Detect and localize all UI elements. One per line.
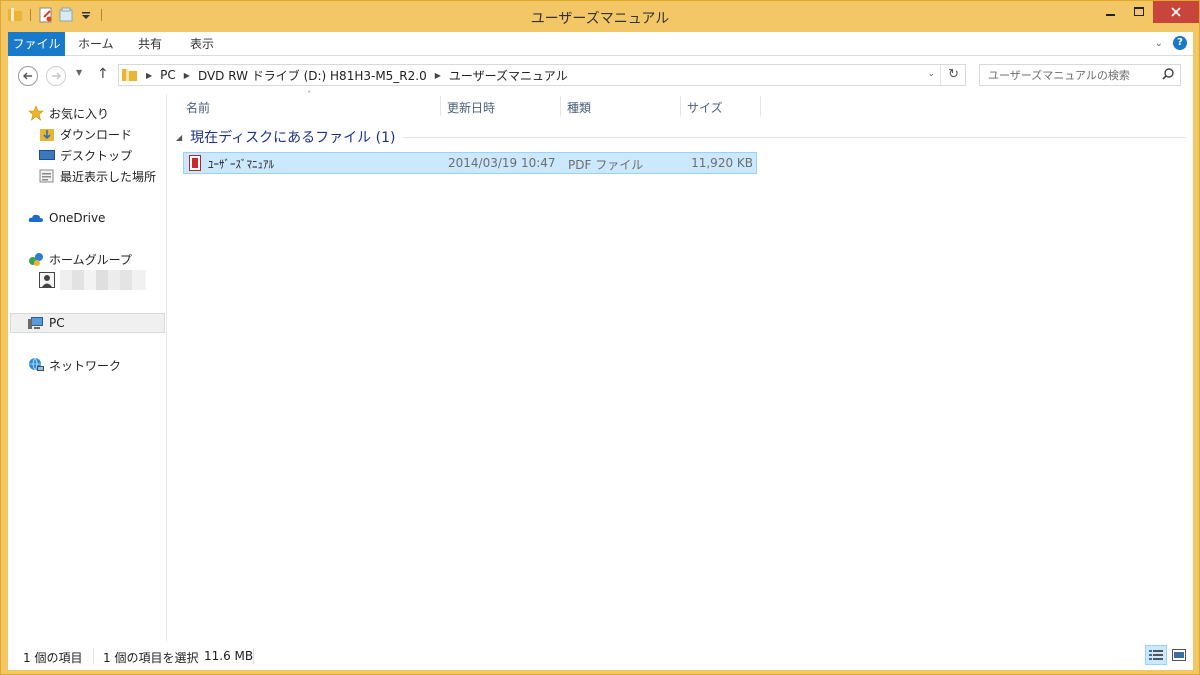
cloud-icon bbox=[28, 210, 44, 226]
address-divider bbox=[940, 65, 941, 85]
back-button[interactable] bbox=[18, 66, 38, 86]
column-divider[interactable] bbox=[560, 96, 561, 116]
help-icon[interactable]: ? bbox=[1173, 36, 1187, 50]
nav-pc[interactable]: PC bbox=[10, 313, 165, 333]
nav-homegroup-label: ホームグループ bbox=[49, 252, 132, 267]
column-divider[interactable] bbox=[760, 96, 761, 116]
breadcrumb-chevron-icon[interactable]: ▶ bbox=[435, 71, 441, 80]
forward-arrow-icon bbox=[52, 72, 61, 80]
nav-favorites[interactable]: お気に入り bbox=[28, 103, 109, 123]
details-view-button[interactable] bbox=[1145, 645, 1167, 665]
nav-desktop[interactable]: デスクトップ bbox=[39, 145, 132, 165]
homegroup-icon bbox=[28, 251, 44, 267]
tab-view[interactable]: 表示 bbox=[178, 32, 226, 56]
navigation-bar: ▼ ↑ ▶ PC ▶ DVD RW ドライブ (D:) H81H3-M5_R2.… bbox=[8, 56, 1193, 94]
main-area: お気に入り ダウンロード デスクトップ 最近表示した場所 OneDrive ホー… bbox=[8, 91, 1193, 641]
network-icon bbox=[28, 357, 44, 373]
tab-file[interactable]: ファイル bbox=[8, 32, 65, 56]
nav-recent-places[interactable]: 最近表示した場所 bbox=[39, 166, 156, 186]
star-icon bbox=[28, 105, 44, 121]
close-icon bbox=[1171, 7, 1181, 17]
status-bar: 1 個の項目 1 個の項目を選択 11.6 MB bbox=[8, 641, 1193, 670]
address-bar[interactable]: ▶ PC ▶ DVD RW ドライブ (D:) H81H3-M5_R2.0 ▶ … bbox=[118, 64, 966, 86]
breadcrumb-chevron-icon[interactable]: ▶ bbox=[184, 71, 190, 80]
tab-share[interactable]: 共有 bbox=[126, 32, 174, 56]
nav-homegroup[interactable]: ホームグループ bbox=[28, 249, 132, 269]
item-count: 1 個の項目 bbox=[23, 651, 83, 665]
breadcrumb-pc[interactable]: PC bbox=[160, 68, 176, 82]
ribbon: ファイル ホーム 共有 表示 ⌄ ? bbox=[8, 32, 1193, 56]
folder-icon bbox=[122, 68, 138, 82]
computer-icon bbox=[28, 315, 44, 331]
user-avatar-icon bbox=[39, 272, 55, 288]
file-name: ﾕｰｻﾞｰｽﾞﾏﾆｭｱﾙ bbox=[208, 158, 274, 171]
selection-info: 1 個の項目を選択 bbox=[103, 651, 199, 665]
nav-downloads[interactable]: ダウンロード bbox=[39, 124, 132, 144]
nav-onedrive[interactable]: OneDrive bbox=[28, 208, 105, 228]
nav-favorites-label: お気に入り bbox=[49, 106, 110, 121]
title-bar: ユーザーズマニュアル bbox=[1, 1, 1199, 32]
download-folder-icon bbox=[39, 126, 55, 142]
back-arrow-icon bbox=[23, 72, 32, 80]
refresh-icon[interactable]: ↻ bbox=[948, 67, 959, 82]
column-divider[interactable] bbox=[680, 96, 681, 116]
large-icons-view-button[interactable] bbox=[1168, 645, 1190, 665]
close-button[interactable] bbox=[1153, 1, 1199, 23]
large-icons-view-icon bbox=[1172, 649, 1186, 661]
file-modified: 2014/03/19 10:47 bbox=[448, 156, 556, 170]
nav-network[interactable]: ネットワーク bbox=[28, 355, 121, 375]
breadcrumb-chevron-icon[interactable]: ▶ bbox=[146, 71, 152, 80]
window-controls bbox=[1097, 1, 1199, 23]
column-name[interactable]: 名前 bbox=[186, 99, 210, 116]
column-size[interactable]: サイズ bbox=[687, 99, 723, 116]
selection-size: 11.6 MB bbox=[204, 649, 254, 663]
column-headers: ˆ 名前 更新日時 種類 サイズ bbox=[180, 91, 770, 118]
nav-homegroup-user[interactable] bbox=[39, 270, 146, 290]
nav-downloads-label: ダウンロード bbox=[60, 127, 133, 142]
status-divider bbox=[93, 648, 94, 664]
column-type[interactable]: 種類 bbox=[567, 99, 591, 116]
search-input[interactable] bbox=[980, 65, 1150, 85]
tab-home[interactable]: ホーム bbox=[66, 32, 126, 56]
collapse-group-icon[interactable]: ◢ bbox=[176, 133, 182, 142]
details-view-icon bbox=[1149, 650, 1163, 660]
column-modified[interactable]: 更新日時 bbox=[447, 99, 495, 116]
maximize-button[interactable] bbox=[1125, 1, 1153, 23]
window-title: ユーザーズマニュアル bbox=[530, 11, 670, 27]
group-title: 現在ディスクにあるファイル (1) bbox=[190, 130, 396, 146]
column-divider[interactable] bbox=[440, 96, 441, 116]
maximize-icon bbox=[1134, 7, 1144, 16]
minimize-icon bbox=[1106, 14, 1115, 16]
file-size: 11,920 KB bbox=[691, 156, 753, 170]
redacted-username bbox=[60, 270, 146, 290]
nav-network-label: ネットワーク bbox=[49, 358, 122, 373]
sort-ascending-icon: ˆ bbox=[307, 91, 312, 101]
group-divider bbox=[403, 136, 1186, 138]
expand-ribbon-icon[interactable]: ⌄ bbox=[1155, 38, 1163, 49]
address-history-icon[interactable]: ⌄ bbox=[927, 69, 935, 79]
forward-button[interactable] bbox=[46, 66, 66, 86]
navigation-pane: お気に入り ダウンロード デスクトップ 最近表示した場所 OneDrive ホー… bbox=[8, 94, 167, 641]
up-arrow-icon[interactable]: ↑ bbox=[97, 66, 109, 82]
recent-locations-icon[interactable]: ▼ bbox=[76, 68, 82, 77]
file-row[interactable]: ﾕｰｻﾞｰｽﾞﾏﾆｭｱﾙ 2014/03/19 10:47 PDF ファイル 1… bbox=[183, 152, 757, 174]
ribbon-controls: ⌄ ? bbox=[1155, 36, 1187, 50]
nav-onedrive-label: OneDrive bbox=[49, 211, 106, 225]
explorer-window: ユーザーズマニュアル ファイル ホーム 共有 表示 ⌄ ? ▼ ↑ ▶ PC ▶… bbox=[0, 0, 1200, 675]
group-header[interactable]: ◢ 現在ディスクにあるファイル (1) bbox=[176, 127, 1186, 147]
search-icon[interactable] bbox=[1162, 68, 1174, 83]
file-type: PDF ファイル bbox=[568, 158, 644, 172]
nav-desktop-label: デスクトップ bbox=[60, 148, 133, 163]
search-box[interactable] bbox=[979, 64, 1181, 86]
breadcrumb-drive[interactable]: DVD RW ドライブ (D:) H81H3-M5_R2.0 bbox=[198, 67, 427, 84]
nav-recent-places-label: 最近表示した場所 bbox=[60, 169, 157, 184]
status-divider bbox=[253, 648, 254, 664]
pdf-file-icon bbox=[189, 155, 201, 171]
breadcrumb-folder[interactable]: ユーザーズマニュアル bbox=[449, 67, 568, 84]
recent-places-icon bbox=[39, 168, 55, 184]
desktop-icon bbox=[39, 147, 55, 163]
minimize-button[interactable] bbox=[1097, 1, 1125, 23]
nav-pc-label: PC bbox=[49, 316, 65, 330]
